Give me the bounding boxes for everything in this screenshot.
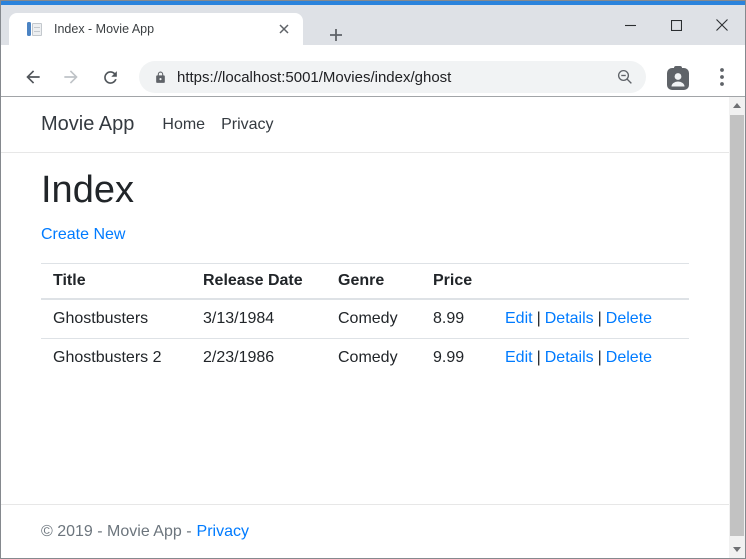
profile-icon[interactable] [665,65,691,91]
navbar-brand[interactable]: Movie App [41,113,134,136]
browser-tab[interactable]: Index - Movie App [9,13,303,45]
create-new-link[interactable]: Create New [41,226,125,243]
cell-genre: Comedy [326,298,421,339]
back-icon[interactable] [21,65,45,89]
maximize-icon[interactable] [653,5,699,45]
header-title: Title [41,263,191,300]
menu-dots-icon[interactable] [713,65,731,89]
tab-favicon-icon [27,21,43,37]
cell-actions: Edit | Details | Delete [493,298,689,339]
page-title: Index [41,169,134,211]
scroll-up-icon[interactable] [729,97,745,114]
details-link[interactable]: Details [545,310,594,327]
scroll-down-icon[interactable] [729,541,745,558]
cell-price: 9.99 [421,338,493,377]
cell-genre: Comedy [326,338,421,377]
tab-title: Index - Movie App [54,22,155,36]
zoom-indicator-icon[interactable] [616,68,634,86]
lock-icon[interactable] [154,71,167,84]
cell-title: Ghostbusters 2 [41,338,191,377]
copyright-text: © 2019 - Movie App - [41,522,192,540]
scrollbar[interactable] [729,97,745,558]
footer-privacy-link[interactable]: Privacy [197,523,249,541]
header-price: Price [421,263,493,300]
delete-link[interactable]: Delete [606,349,652,366]
table-row: Ghostbusters 3/13/1984 Comedy 8.99 Edit |… [41,298,689,339]
movies-table: Title Release Date Genre Price Ghostbust… [41,263,689,377]
action-separator: | [597,310,602,327]
reload-icon[interactable] [98,65,122,89]
action-separator: | [536,310,541,327]
titlebar[interactable]: Index - Movie App [1,5,745,45]
scrollbar-thumb[interactable] [730,115,744,536]
table-header-row: Title Release Date Genre Price [41,263,689,300]
window-controls [607,5,745,45]
browser-window: Index - Movie App https://localhost:5001… [0,0,746,559]
cell-release-date: 3/13/1984 [191,298,326,339]
viewport: Movie App Home Privacy Index Create New … [1,97,745,558]
address-bar[interactable]: https://localhost:5001/Movies/index/ghos… [139,61,646,93]
site-footer: © 2019 - Movie App - Privacy [1,504,729,558]
url-text: https://localhost:5001/Movies/index/ghos… [177,68,452,86]
main-content: Index Create New Title Release Date Genr… [1,153,729,377]
edit-link[interactable]: Edit [505,349,533,366]
cell-price: 8.99 [421,298,493,339]
close-window-icon[interactable] [699,5,745,45]
cell-title: Ghostbusters [41,298,191,339]
edit-link[interactable]: Edit [505,310,533,327]
action-separator: | [536,349,541,366]
cell-actions: Edit | Details | Delete [493,338,689,377]
header-genre: Genre [326,263,421,300]
web-page: Movie App Home Privacy Index Create New … [1,97,729,558]
action-separator: | [597,349,602,366]
table-row: Ghostbusters 2 2/23/1986 Comedy 9.99 Edi… [41,338,689,377]
forward-icon[interactable] [59,65,83,89]
site-navbar: Movie App Home Privacy [1,97,729,153]
header-actions [493,263,689,300]
minimize-icon[interactable] [607,5,653,45]
tab-close-icon[interactable] [275,20,293,38]
cell-release-date: 2/23/1986 [191,338,326,377]
nav-link-home[interactable]: Home [154,116,213,134]
details-link[interactable]: Details [545,349,594,366]
header-release-date: Release Date [191,263,326,300]
nav-link-privacy[interactable]: Privacy [213,116,281,134]
delete-link[interactable]: Delete [606,310,652,327]
